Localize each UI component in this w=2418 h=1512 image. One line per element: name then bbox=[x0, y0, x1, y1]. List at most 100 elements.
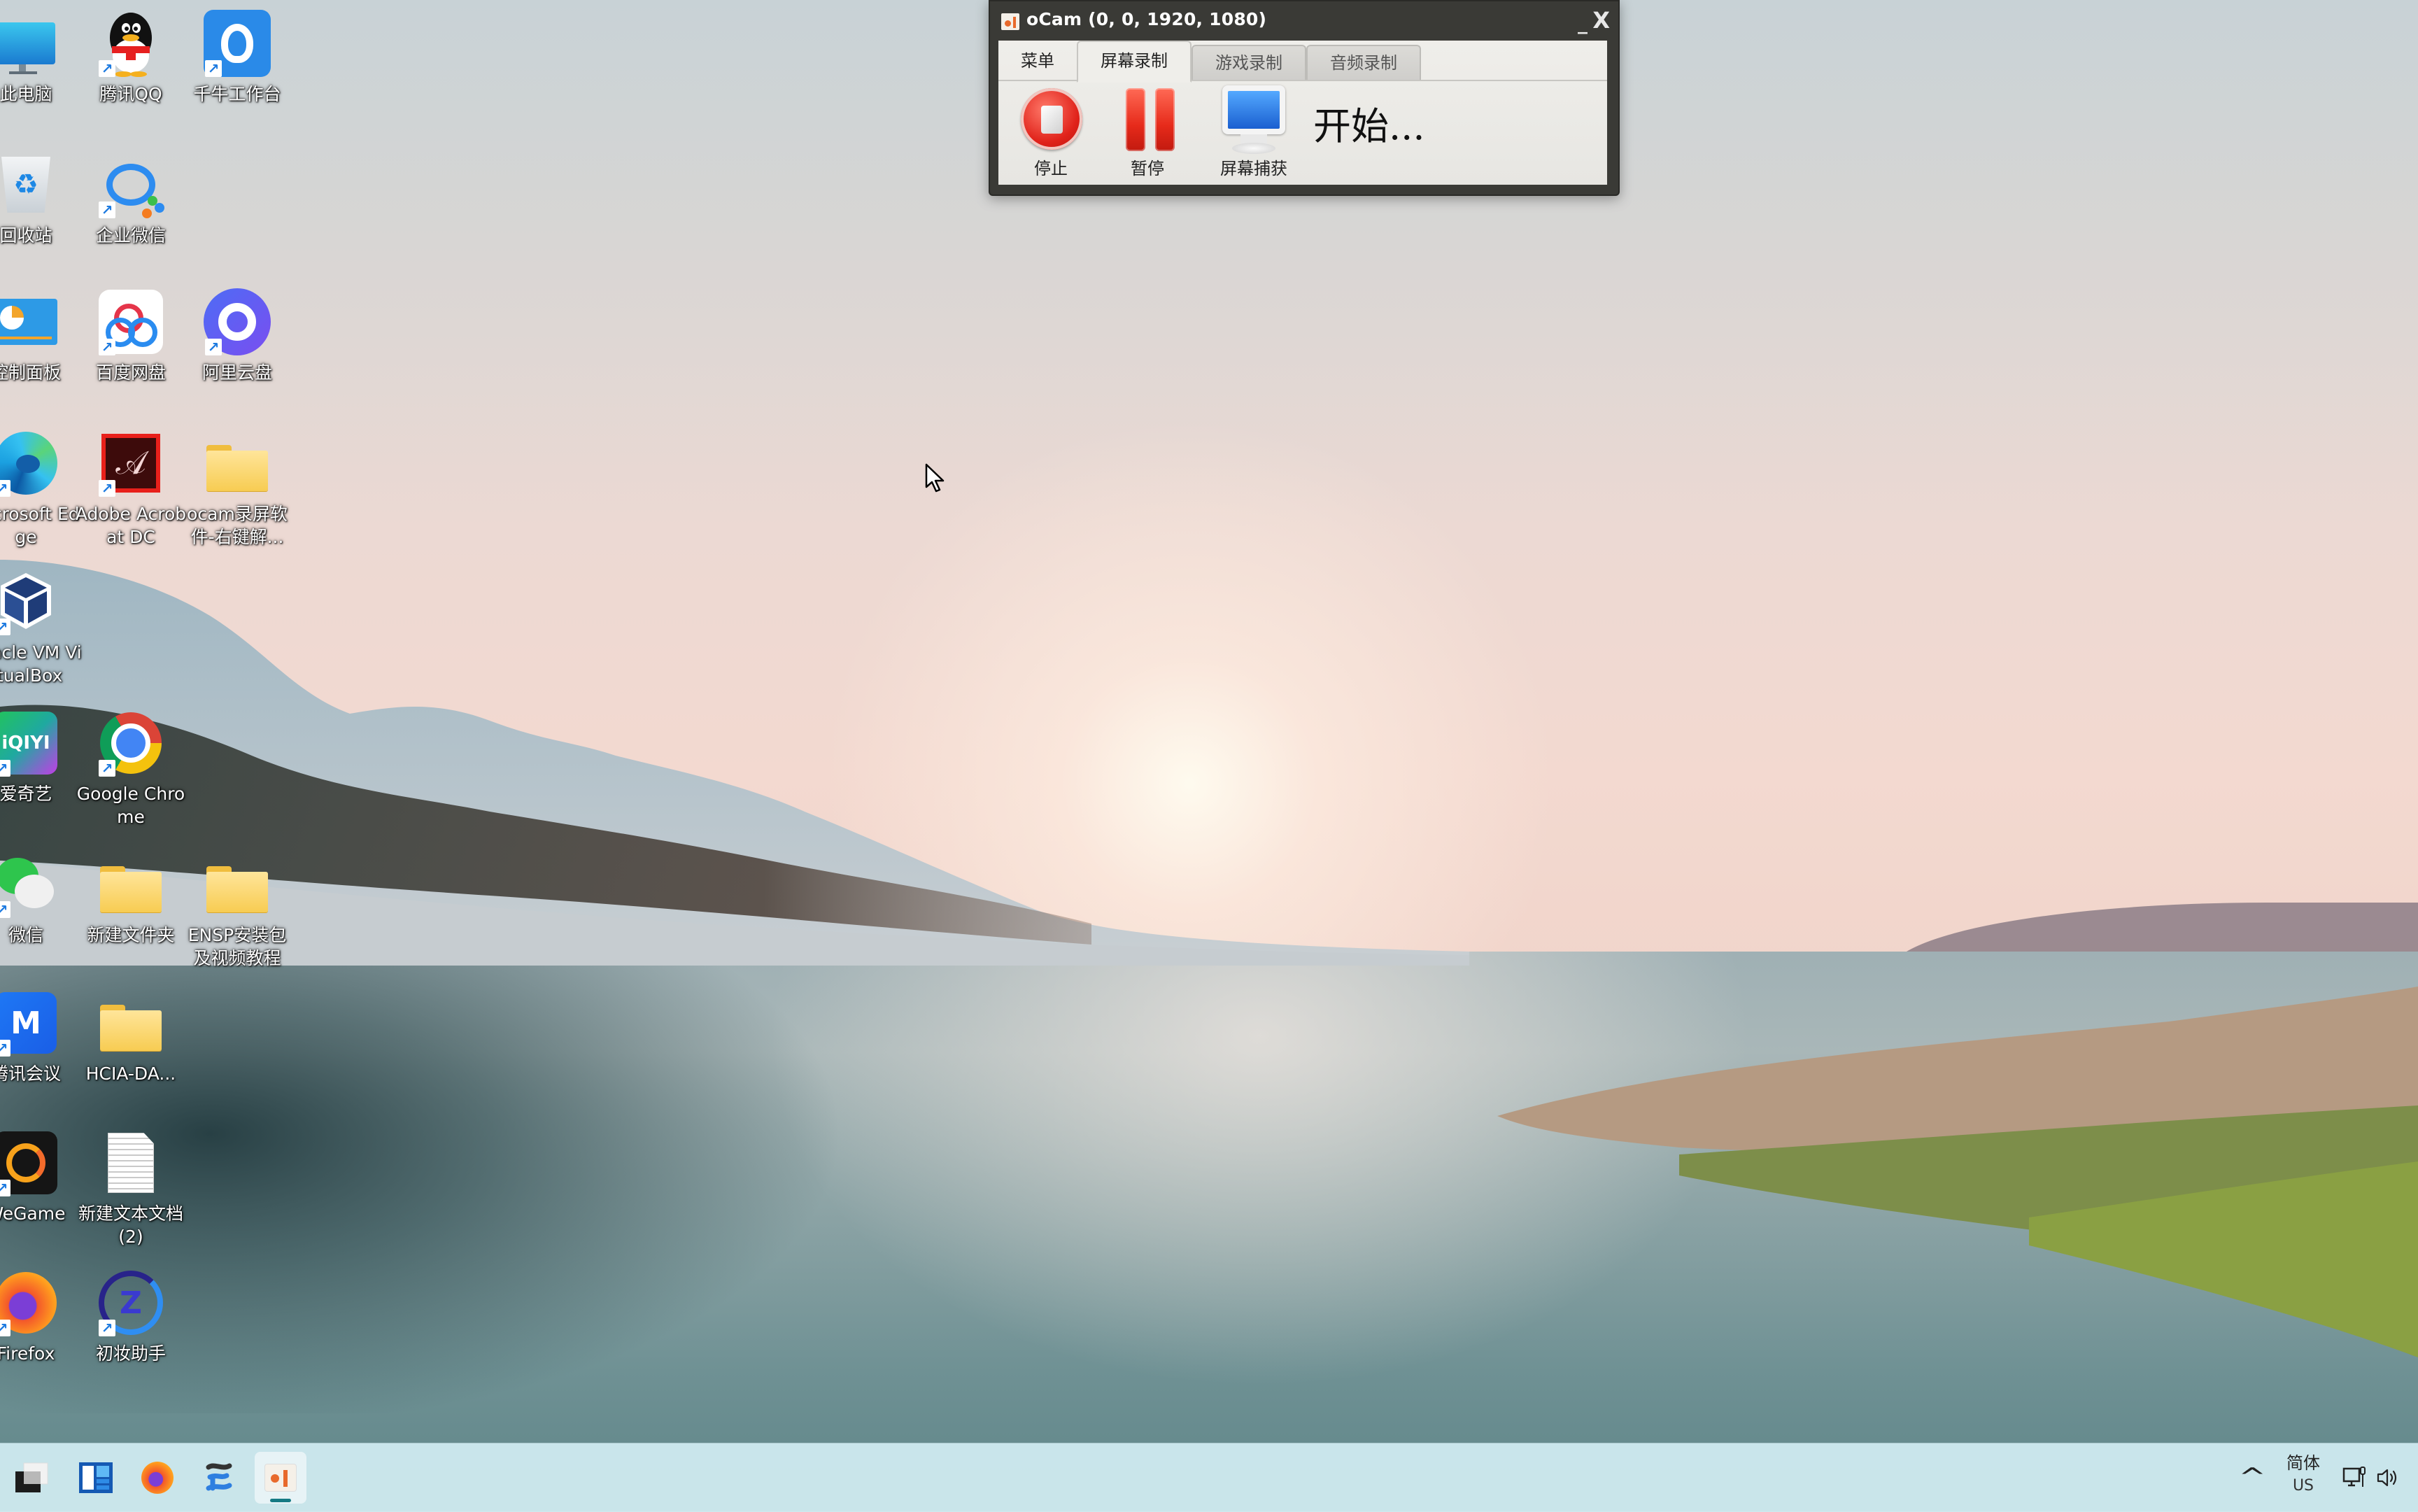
stop-button[interactable]: 停止 bbox=[1005, 85, 1096, 183]
close-button[interactable]: X bbox=[1592, 7, 1610, 34]
task-view-icon bbox=[15, 1462, 48, 1492]
desktop-icon-adobe-acrobat[interactable]: 𝒜 ↗ Adobe Acrobat DC bbox=[76, 430, 186, 549]
desktop-icon-wechat[interactable]: ↗ 微信 bbox=[0, 851, 78, 947]
taskbar: ^ 简体 US bbox=[0, 1443, 2418, 1512]
shortcut-arrow-icon: ↗ bbox=[205, 60, 222, 77]
tab-screen-recording[interactable]: 屏幕录制 bbox=[1077, 41, 1192, 83]
tab-menu[interactable]: 菜单 bbox=[1004, 43, 1071, 78]
folder-icon bbox=[97, 989, 164, 1057]
volume-icon[interactable] bbox=[2376, 1467, 2400, 1488]
desktop-icon-microsoft-edge[interactable]: ↗ Microsoft Edge bbox=[0, 430, 80, 549]
desktop-icon-firefox[interactable]: ↗ Firefox bbox=[0, 1269, 78, 1365]
desktop-icon-tencent-meeting[interactable]: M ↗ 腾讯会议 bbox=[0, 989, 78, 1085]
wechat-icon: ↗ bbox=[0, 851, 59, 918]
taskbar-app-blue-links-button[interactable] bbox=[193, 1452, 245, 1504]
ocam-tab-bar: 菜单 屏幕录制 游戏录制 音频录制 bbox=[998, 41, 1607, 83]
wallpaper-grass-shore bbox=[1497, 987, 2418, 1357]
taskbar-task-view-button[interactable] bbox=[6, 1452, 57, 1504]
shortcut-arrow-icon: ↗ bbox=[0, 619, 10, 635]
mouse-cursor-icon bbox=[925, 463, 945, 493]
desktop-icon-recycle-bin[interactable]: ♻ 回收站 bbox=[0, 151, 78, 247]
computer-icon bbox=[0, 10, 59, 77]
desktop-icon-text-document[interactable]: 新建文本文档 (2) bbox=[78, 1129, 183, 1248]
input-method-indicator[interactable]: 简体 US bbox=[2282, 1450, 2324, 1497]
desktop-icon-ocam-folder[interactable]: ocam录屏软件-右键解... bbox=[185, 430, 290, 549]
shortcut-arrow-icon: ↗ bbox=[0, 1320, 10, 1336]
ocam-window-title: oCam (0, 0, 1920, 1080) bbox=[1026, 9, 1267, 29]
screen-capture-button[interactable]: 屏幕捕获 bbox=[1201, 85, 1306, 183]
stop-icon bbox=[1021, 88, 1082, 150]
control-panel-icon bbox=[0, 288, 59, 355]
wegame-icon: ↗ bbox=[0, 1129, 59, 1196]
qianniu-icon: ↗ bbox=[204, 10, 271, 77]
desktop-icon-new-folder[interactable]: 新建文件夹 bbox=[78, 851, 183, 947]
desktop-icon-ensp-folder[interactable]: ENSP安装包及视频教程 bbox=[185, 851, 290, 970]
tab-audio-recording[interactable]: 音频录制 bbox=[1306, 45, 1421, 80]
desktop-icon-wecom[interactable]: ↗ 企业微信 bbox=[78, 151, 183, 247]
shortcut-arrow-icon: ↗ bbox=[99, 760, 115, 777]
show-hidden-icons-chevron[interactable]: ^ bbox=[2238, 1463, 2266, 1491]
text-document-icon bbox=[97, 1129, 164, 1196]
shortcut-arrow-icon: ↗ bbox=[99, 480, 115, 497]
ocam-window: oCam (0, 0, 1920, 1080) _ X 菜单 屏幕录制 游戏录制… bbox=[989, 0, 1620, 196]
baidu-netdisk-icon: ↗ bbox=[97, 288, 164, 355]
recording-status-text: 开始... bbox=[1313, 104, 1425, 148]
firefox-icon bbox=[141, 1462, 174, 1494]
recycle-bin-icon: ♻ bbox=[0, 151, 59, 218]
shortcut-arrow-icon: ↗ bbox=[99, 60, 115, 77]
running-indicator bbox=[270, 1499, 291, 1502]
widgets-icon bbox=[79, 1462, 113, 1493]
chrome-icon: ↗ bbox=[97, 709, 164, 777]
ocam-toolbar: 停止 暂停 屏幕捕获 开始... bbox=[998, 81, 1607, 185]
shortcut-arrow-icon: ↗ bbox=[0, 901, 10, 918]
desktop-icon-qianniu[interactable]: ↗ 千牛工作台 bbox=[185, 10, 290, 106]
shortcut-arrow-icon: ↗ bbox=[99, 202, 115, 218]
qq-penguin-icon: ↗ bbox=[97, 10, 164, 77]
shortcut-arrow-icon: ↗ bbox=[0, 480, 10, 497]
acrobat-icon: 𝒜 ↗ bbox=[97, 430, 164, 497]
folder-icon bbox=[204, 851, 271, 918]
shortcut-arrow-icon: ↗ bbox=[205, 339, 222, 355]
chuzhuang-icon: Z ↗ bbox=[97, 1269, 164, 1336]
folder-icon bbox=[204, 430, 271, 497]
desktop-icon-virtualbox[interactable]: ↗ Oracle VM VirtualBox bbox=[0, 568, 82, 687]
taskbar-widgets-button[interactable] bbox=[70, 1452, 122, 1504]
edge-icon: ↗ bbox=[0, 430, 59, 497]
app-blue-links-icon bbox=[206, 1463, 232, 1491]
desktop-icon-google-chrome[interactable]: ↗ Google Chrome bbox=[77, 709, 185, 828]
folder-icon bbox=[97, 851, 164, 918]
desktop-icon-wegame[interactable]: ↗ WeGame bbox=[0, 1129, 78, 1225]
monitor-icon bbox=[1222, 85, 1285, 155]
ocam-icon bbox=[265, 1464, 296, 1491]
shortcut-arrow-icon: ↗ bbox=[99, 1320, 115, 1336]
desktop-icon-chuzhuang[interactable]: Z ↗ 初妆助手 bbox=[78, 1269, 183, 1365]
shortcut-arrow-icon: ↗ bbox=[0, 1040, 10, 1057]
ocam-titlebar[interactable]: oCam (0, 0, 1920, 1080) _ X bbox=[990, 1, 1618, 39]
desktop-icon-iqiyi[interactable]: iQIYI ↗ 爱奇艺 bbox=[0, 709, 78, 805]
ocam-app-icon bbox=[1001, 13, 1019, 30]
tab-game-recording[interactable]: 游戏录制 bbox=[1192, 45, 1306, 80]
minimize-button[interactable]: _ bbox=[1578, 11, 1588, 34]
pause-button[interactable]: 暂停 bbox=[1102, 85, 1193, 183]
iqiyi-icon: iQIYI ↗ bbox=[0, 709, 59, 777]
network-wired-icon[interactable] bbox=[2342, 1466, 2368, 1490]
ocam-client-area: 菜单 屏幕录制 游戏录制 音频录制 停止 暂停 屏幕捕获 开始... bbox=[998, 41, 1607, 185]
desktop-icon-tencent-qq[interactable]: ↗ 腾讯QQ bbox=[78, 10, 183, 106]
wecom-icon: ↗ bbox=[97, 151, 164, 218]
shortcut-arrow-icon: ↗ bbox=[0, 760, 10, 777]
desktop-wallpaper bbox=[0, 0, 2418, 1511]
tencent-meeting-icon: M ↗ bbox=[0, 989, 59, 1057]
desktop-icon-control-panel[interactable]: 控制面板 bbox=[0, 288, 78, 384]
taskbar-ocam-button[interactable] bbox=[255, 1452, 306, 1504]
desktop-icon-aliyun-drive[interactable]: ↗ 阿里云盘 bbox=[185, 288, 290, 384]
virtualbox-icon: ↗ bbox=[0, 568, 59, 635]
shortcut-arrow-icon: ↗ bbox=[0, 1180, 10, 1196]
firefox-icon: ↗ bbox=[0, 1269, 59, 1336]
taskbar-firefox-button[interactable] bbox=[132, 1452, 183, 1504]
aliyun-drive-icon: ↗ bbox=[204, 288, 271, 355]
shortcut-arrow-icon: ↗ bbox=[99, 339, 115, 355]
desktop-icon-baidu-netdisk[interactable]: ↗ 百度网盘 bbox=[78, 288, 183, 384]
desktop-icon-hcia-folder[interactable]: HCIA-DA... bbox=[78, 989, 183, 1085]
pause-icon bbox=[1126, 88, 1179, 151]
desktop-icon-this-pc[interactable]: 此电脑 bbox=[0, 10, 78, 106]
